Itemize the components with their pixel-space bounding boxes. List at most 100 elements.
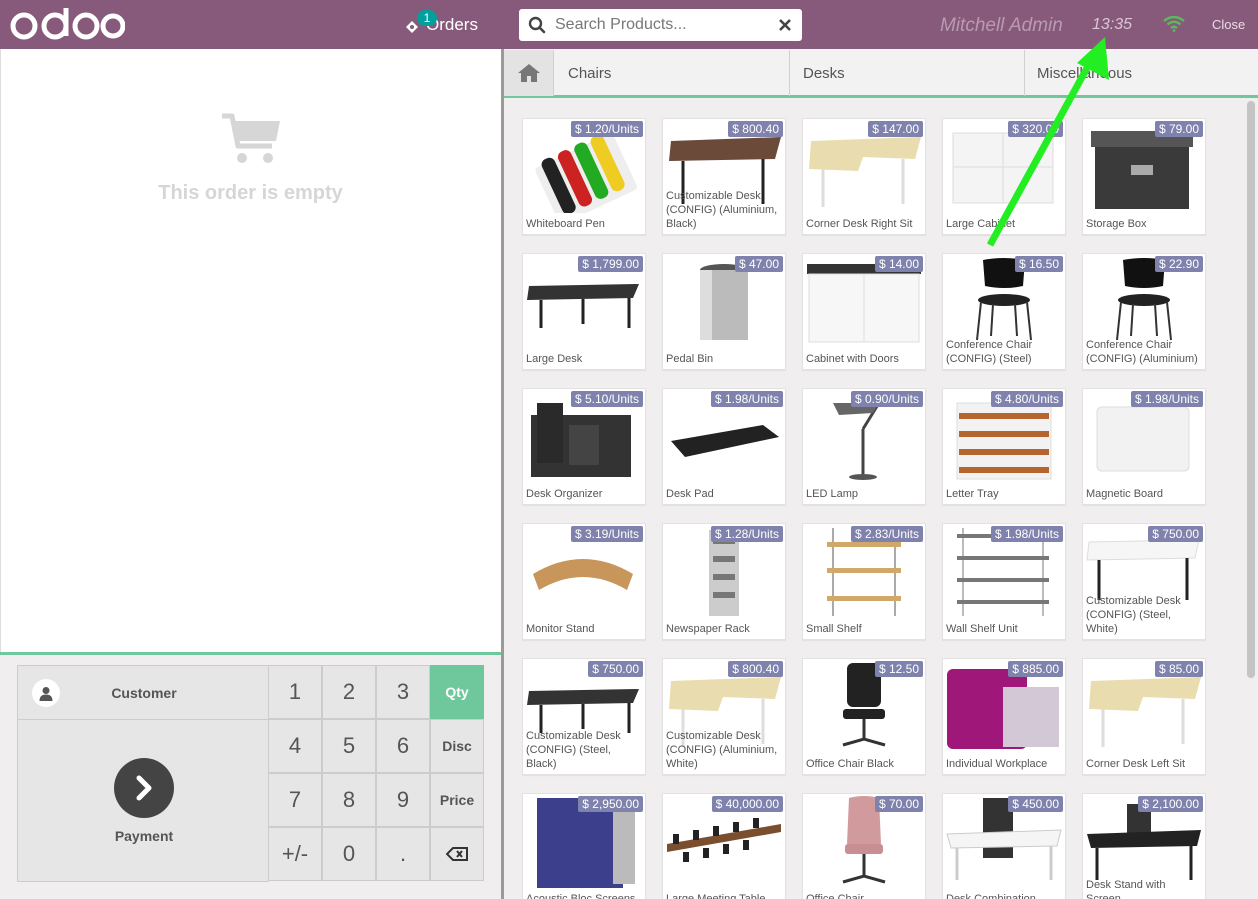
customer-button[interactable]: Customer [17, 665, 269, 720]
odoo-logo [10, 8, 125, 40]
product-price: $ 1.98/Units [990, 526, 1063, 542]
category-desks[interactable]: Desks [790, 50, 1025, 96]
product-card[interactable]: $ 16.50 Conference Chair (CONFIG) (Steel) [942, 253, 1066, 370]
product-price: $ 40,000.00 [711, 796, 783, 812]
product-name: Large Cabinet [946, 218, 1016, 230]
product-card[interactable]: $ 12.50 Office Chair Black [802, 658, 926, 775]
product-name: Large Desk [526, 353, 583, 365]
product-name: Corner Desk Right Sit [806, 218, 913, 230]
numpad-key-9[interactable]: 9 [376, 773, 430, 827]
product-card[interactable]: $ 2,100.00 Desk Stand with Screen [1082, 793, 1206, 899]
close-button[interactable]: Close [1212, 17, 1245, 32]
product-card[interactable]: $ 2.83/Units Small Shelf [802, 523, 926, 640]
product-price: $ 22.90 [1154, 256, 1203, 272]
numpad-key-6[interactable]: 6 [376, 719, 430, 773]
category-miscellaneous[interactable]: Miscellaneous [1024, 50, 1246, 96]
product-price: $ 1.28/Units [710, 526, 783, 542]
product-card[interactable]: $ 14.00 Cabinet with Doors [802, 253, 926, 370]
product-name: Customizable Desk (CONFIG) (Steel, White… [1086, 595, 1181, 635]
product-name: Office Chair Black [806, 758, 894, 770]
product-card[interactable]: $ 0.90/Units LED Lamp [802, 388, 926, 505]
numpad-key-1[interactable]: 1 [268, 665, 322, 719]
product-name: Pedal Bin [666, 353, 714, 365]
product-name: Magnetic Board [1086, 488, 1164, 500]
product-card[interactable]: $ 885.00 Individual Workplace [942, 658, 1066, 775]
search-icon [519, 9, 555, 41]
numpad-key-plus-minus[interactable]: +/- [268, 827, 322, 881]
product-card[interactable]: $ 800.40 Customizable Desk (CONFIG) (Alum… [662, 658, 786, 775]
payment-button[interactable]: Payment [17, 719, 269, 882]
wifi-icon [1163, 16, 1185, 32]
numpad-key-decimal[interactable]: . [376, 827, 430, 881]
product-card[interactable]: $ 1.98/Units Magnetic Board [1082, 388, 1206, 505]
mode-price-button[interactable]: Price [430, 773, 484, 827]
product-name: LED Lamp [806, 488, 858, 500]
product-price: $ 450.00 [1008, 796, 1063, 812]
product-card[interactable]: $ 450.00 Desk Combination [942, 793, 1066, 899]
numpad-key-4[interactable]: 4 [268, 719, 322, 773]
mode-disc-button[interactable]: Disc [430, 719, 484, 773]
product-card[interactable]: $ 1,799.00 Large Desk [522, 253, 646, 370]
product-name: Customizable Desk (CONFIG) (Steel, Black… [526, 730, 621, 770]
numpad-key-5[interactable]: 5 [322, 719, 376, 773]
product-price: $ 750.00 [1148, 526, 1203, 542]
product-price: $ 70.00 [874, 796, 923, 812]
product-name: Acoustic Bloc Screens [526, 893, 636, 899]
chevron-right-icon [114, 758, 174, 818]
product-card[interactable]: $ 1.20/Units Whiteboard Pen [522, 118, 646, 235]
product-price: $ 1,799.00 [578, 256, 643, 272]
user-name: Mitchell Admin [940, 15, 1063, 36]
product-card[interactable]: $ 750.00 Customizable Desk (CONFIG) (Stee… [1082, 523, 1206, 640]
product-card[interactable]: $ 47.00 Pedal Bin [662, 253, 786, 370]
backspace-button[interactable] [430, 827, 484, 881]
product-card[interactable]: $ 800.40 Customizable Desk (CONFIG) (Alum… [662, 118, 786, 235]
empty-order-message: This order is empty [158, 182, 343, 204]
product-card[interactable]: $ 3.19/Units Monitor Stand [522, 523, 646, 640]
product-price: $ 1.98/Units [1130, 391, 1203, 407]
shopping-cart-icon [222, 113, 280, 163]
category-chairs[interactable]: Chairs [555, 50, 790, 96]
numpad-key-7[interactable]: 7 [268, 773, 322, 827]
product-card[interactable]: $ 5.10/Units Desk Organizer [522, 388, 646, 505]
numpad-key-0[interactable]: 0 [322, 827, 376, 881]
numpad-key-3[interactable]: 3 [376, 665, 430, 719]
product-price: $ 16.50 [1014, 256, 1063, 272]
product-card[interactable]: $ 79.00 Storage Box [1082, 118, 1206, 235]
mode-qty-button[interactable]: Qty [430, 665, 484, 719]
numpad-key-2[interactable]: 2 [322, 665, 376, 719]
product-name: Customizable Desk (CONFIG) (Aluminium, B… [666, 190, 778, 230]
scrollbar-thumb[interactable] [1247, 101, 1255, 678]
product-name: Letter Tray [946, 488, 999, 500]
product-card[interactable]: $ 147.00 Corner Desk Right Sit [802, 118, 926, 235]
search-input[interactable] [555, 10, 770, 40]
product-card[interactable]: $ 40,000.00 Large Meeting Table [662, 793, 786, 899]
product-name: Wall Shelf Unit [946, 623, 1018, 635]
product-price: $ 885.00 [1008, 661, 1063, 677]
product-card[interactable]: $ 750.00 Customizable Desk (CONFIG) (Stee… [522, 658, 646, 775]
product-price: $ 800.40 [728, 661, 783, 677]
product-price: $ 5.10/Units [570, 391, 643, 407]
product-card[interactable]: $ 320.00 Large Cabinet [942, 118, 1066, 235]
clear-search-icon[interactable] [770, 9, 800, 41]
product-card[interactable]: $ 1.28/Units Newspaper Rack [662, 523, 786, 640]
product-card[interactable]: $ 2,950.00 Acoustic Bloc Screens [522, 793, 646, 899]
product-card[interactable]: $ 4.80/Units Letter Tray [942, 388, 1066, 505]
product-name: Storage Box [1086, 218, 1147, 230]
product-price: $ 12.50 [874, 661, 923, 677]
product-name: Desk Pad [666, 488, 714, 500]
product-card[interactable]: $ 22.90 Conference Chair (CONFIG) (Alumin… [1082, 253, 1206, 370]
product-card[interactable]: $ 1.98/Units Wall Shelf Unit [942, 523, 1066, 640]
orders-button[interactable]: 1 Orders [404, 0, 504, 49]
product-card[interactable]: $ 85.00 Corner Desk Left Sit [1082, 658, 1206, 775]
product-price: $ 14.00 [874, 256, 923, 272]
product-card[interactable]: $ 1.98/Units Desk Pad [662, 388, 786, 505]
product-price: $ 47.00 [734, 256, 783, 272]
category-home-button[interactable] [504, 50, 554, 96]
product-name: Desk Stand with Screen [1086, 879, 1166, 899]
product-card[interactable]: $ 70.00 Office Chair [802, 793, 926, 899]
numpad-key-8[interactable]: 8 [322, 773, 376, 827]
search-box[interactable] [519, 9, 802, 41]
product-price: $ 800.40 [728, 121, 783, 137]
product-price: $ 79.00 [1154, 121, 1203, 137]
product-price: $ 147.00 [868, 121, 923, 137]
